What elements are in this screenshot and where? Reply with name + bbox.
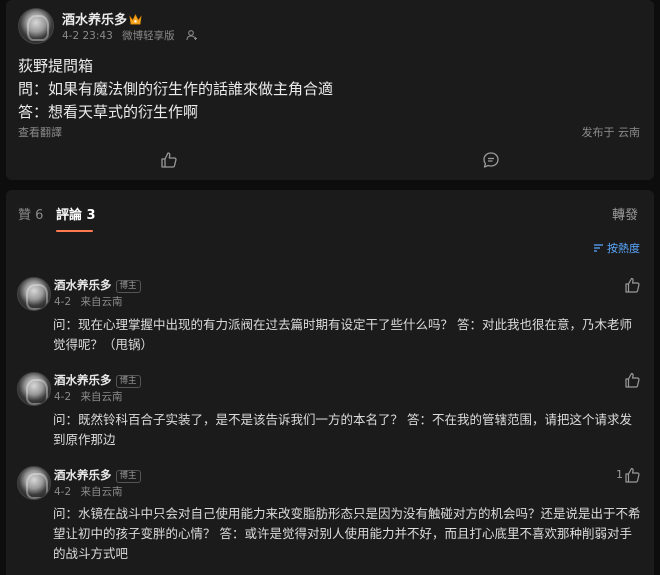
- comment-author[interactable]: 酒水养乐多 博主: [54, 372, 141, 388]
- post-line-title: 荻野提問箱: [18, 57, 94, 75]
- comment-date: 4-2: [54, 391, 72, 403]
- comment-author[interactable]: 酒水养乐多 博主: [54, 467, 141, 483]
- post-author[interactable]: 酒水养乐多: [62, 9, 142, 28]
- post-timestamp: 4-2 23:43: [62, 30, 113, 42]
- tab-reposts[interactable]: 轉發: [612, 204, 638, 223]
- like-count: 1: [616, 468, 623, 481]
- author-badge: 博主: [115, 375, 141, 388]
- comment-author-name[interactable]: 酒水养乐多: [54, 278, 112, 292]
- post-author-name[interactable]: 酒水养乐多: [62, 13, 127, 28]
- author-badge: 博主: [115, 470, 141, 483]
- like-icon[interactable]: [624, 372, 642, 388]
- post-line-question: 問：如果有魔法側的衍生作的話誰來做主角合適: [18, 80, 334, 98]
- tab-likes[interactable]: 贊 6: [18, 204, 43, 223]
- comment-meta: 4-2 来自云南: [54, 389, 123, 404]
- sort-toggle[interactable]: 按熱度: [593, 240, 640, 256]
- comment-author[interactable]: 酒水养乐多 博主: [54, 277, 141, 293]
- author-avatar[interactable]: [18, 8, 54, 44]
- post-location: 发布于 云南: [581, 126, 641, 139]
- comment-date: 4-2: [54, 296, 72, 308]
- crown-icon: [129, 14, 142, 25]
- tab-comments[interactable]: 評論 3: [56, 204, 96, 223]
- comment-location: 来自云南: [80, 486, 123, 498]
- comment-text: 问：现在心理掌握中出现的有力派阀在过去篇时期有设定干了些什么吗？ 答：对此我也很…: [53, 317, 632, 352]
- comment-meta: 4-2 来自云南: [54, 484, 123, 499]
- post-source: 微博轻享版: [122, 30, 175, 42]
- comment-location: 来自云南: [80, 296, 123, 308]
- tab-bar: 贊 6 評論 3 轉發: [18, 202, 642, 232]
- post-line-answer: 答：想看天草式的衍生作啊: [18, 103, 199, 121]
- comment-author-name[interactable]: 酒水养乐多: [54, 373, 112, 387]
- comment-avatar[interactable]: [17, 277, 51, 311]
- comment-avatar[interactable]: [17, 372, 51, 406]
- author-badge: 博主: [115, 280, 141, 293]
- sort-icon: [594, 244, 603, 252]
- comment-location: 来自云南: [80, 391, 123, 403]
- comment-avatar[interactable]: [17, 466, 51, 500]
- comment-meta: 4-2 来自云南: [54, 294, 123, 309]
- comment-icon[interactable]: [482, 151, 500, 169]
- follow-user-icon[interactable]: [186, 30, 198, 41]
- post-card: 酒水养乐多 4-2 23:43 微博轻享版 荻野提問箱 問：如果有魔法側的衍生作…: [6, 0, 654, 180]
- like-icon[interactable]: [624, 277, 642, 293]
- translate-link[interactable]: 查看翻譯: [18, 124, 62, 140]
- comment-date: 4-2: [54, 486, 72, 498]
- comment-text: 问：水镜在战斗中只会对自己使用能力来改变脂肪形态只是因为没有触碰对方的机会吗？还…: [53, 506, 641, 561]
- like-icon[interactable]: [624, 467, 642, 483]
- comments-panel: 贊 6 評論 3 轉發 按熱度 酒水养乐多 博主 4-2 来自云南 问：现在心理掌…: [6, 190, 654, 575]
- sort-label[interactable]: 按熱度: [607, 242, 640, 255]
- comment-text: 问：既然铃科百合子实装了，是不是该告诉我们一方的本名了？ 答：不在我的管辖范围，…: [53, 412, 632, 447]
- active-tab-indicator: [56, 230, 93, 232]
- like-icon[interactable]: [160, 151, 178, 169]
- comment-author-name[interactable]: 酒水养乐多: [54, 468, 112, 482]
- post-meta: 4-2 23:43 微博轻享版: [62, 28, 198, 43]
